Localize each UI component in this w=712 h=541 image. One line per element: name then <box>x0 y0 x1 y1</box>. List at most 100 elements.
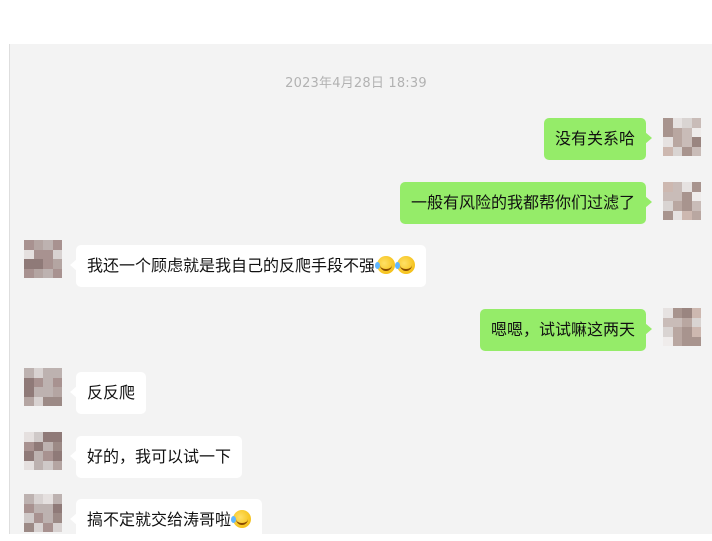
outgoing-message-bubble[interactable]: 嗯嗯，试试嘛这两天 <box>479 309 653 351</box>
avatar-mosaic-pixel <box>682 317 692 327</box>
avatar-mosaic-pixel <box>43 249 53 259</box>
avatar-mosaic-pixel <box>682 146 692 156</box>
avatar-mosaic-pixel <box>682 210 692 220</box>
avatar-mosaic-pixel <box>24 441 34 451</box>
avatar-mosaic-pixel <box>682 182 692 192</box>
avatar-mosaic-pixel <box>43 441 53 451</box>
avatar-mosaic-pixel <box>43 268 53 278</box>
avatar-mosaic-pixel <box>33 451 43 461</box>
avatar-mosaic-pixel <box>43 460 53 470</box>
avatar-mosaic-pixel <box>672 210 682 220</box>
incoming-message-bubble[interactable]: 搞不定就交给涛哥啦 <box>69 499 263 541</box>
avatar-mosaic-pixel <box>52 432 62 442</box>
avatar-mosaic-pixel <box>33 432 43 442</box>
avatar-mosaic-pixel <box>43 513 53 523</box>
avatar-mosaic-pixel <box>52 387 62 397</box>
avatar-mosaic-pixel <box>24 494 34 504</box>
avatar-mosaic-pixel <box>682 118 692 128</box>
avatar-mosaic-pixel <box>43 240 53 250</box>
avatar-mosaic-pixel <box>52 522 62 532</box>
avatar-mosaic-pixel <box>672 127 682 137</box>
self-avatar[interactable] <box>663 308 701 346</box>
contact-avatar[interactable] <box>24 240 62 278</box>
avatar-mosaic-pixel <box>33 387 43 397</box>
avatar-mosaic-pixel <box>33 396 43 406</box>
avatar-mosaic-pixel <box>672 308 682 318</box>
incoming-message-bubble[interactable]: 好的，我可以试一下 <box>69 436 243 478</box>
avatar-mosaic-pixel <box>33 494 43 504</box>
avatar-mosaic-pixel <box>691 127 701 137</box>
avatar-mosaic-pixel <box>663 182 673 192</box>
avatar-mosaic-pixel <box>672 182 682 192</box>
avatar-mosaic-pixel <box>672 327 682 337</box>
avatar-mosaic-pixel <box>43 432 53 442</box>
avatar-mosaic-pixel <box>663 336 673 346</box>
avatar-mosaic-pixel <box>682 336 692 346</box>
avatar-mosaic-pixel <box>33 377 43 387</box>
avatar-mosaic-pixel <box>33 368 43 378</box>
contact-avatar[interactable] <box>24 494 62 532</box>
avatar-mosaic-pixel <box>682 201 692 211</box>
contact-avatar[interactable] <box>24 368 62 406</box>
avatar-mosaic-pixel <box>43 259 53 269</box>
avatar-mosaic-pixel <box>672 201 682 211</box>
message-text: 好的，我可以试一下 <box>87 447 232 466</box>
avatar-mosaic-pixel <box>52 503 62 513</box>
avatar-mosaic-pixel <box>43 377 53 387</box>
avatar-mosaic-pixel <box>691 137 701 147</box>
avatar-mosaic-pixel <box>24 240 34 250</box>
avatar-mosaic-pixel <box>663 210 673 220</box>
avatar-mosaic-pixel <box>682 137 692 147</box>
avatar-mosaic-pixel <box>43 451 53 461</box>
avatar-mosaic-pixel <box>663 146 673 156</box>
avatar-mosaic-pixel <box>52 494 62 504</box>
avatar-mosaic-pixel <box>33 503 43 513</box>
avatar-mosaic-pixel <box>33 513 43 523</box>
laughing-tears-emoji-icon <box>395 256 416 274</box>
avatar-mosaic-pixel <box>24 503 34 513</box>
message-text: 搞不定就交给涛哥啦 <box>87 510 232 529</box>
avatar-mosaic-pixel <box>24 396 34 406</box>
avatar-mosaic-pixel <box>52 513 62 523</box>
avatar-mosaic-pixel <box>24 432 34 442</box>
avatar-mosaic-pixel <box>43 494 53 504</box>
avatar-mosaic-pixel <box>24 460 34 470</box>
self-avatar[interactable] <box>663 182 701 220</box>
chat-window: 2023年4月28日 18:39 没有关系哈 一般有风险的我都帮你们过滤了 我还… <box>0 0 712 541</box>
avatar-mosaic-pixel <box>691 201 701 211</box>
avatar-mosaic-pixel <box>52 377 62 387</box>
message-text: 我还一个顾虑就是我自己的反爬手段不强 <box>87 256 376 275</box>
avatar-mosaic-pixel <box>672 137 682 147</box>
avatar-mosaic-pixel <box>24 377 34 387</box>
avatar-mosaic-pixel <box>24 513 34 523</box>
avatar-mosaic-pixel <box>33 240 43 250</box>
avatar-mosaic-pixel <box>52 451 62 461</box>
avatar-mosaic-pixel <box>672 191 682 201</box>
avatar-mosaic-pixel <box>52 460 62 470</box>
avatar-mosaic-pixel <box>691 336 701 346</box>
incoming-message-bubble[interactable]: 反反爬 <box>69 372 147 414</box>
avatar-mosaic-pixel <box>24 451 34 461</box>
message-timestamp: 2023年4月28日 18:39 <box>285 76 427 91</box>
outgoing-message-bubble[interactable]: 一般有风险的我都帮你们过滤了 <box>399 182 653 224</box>
avatar-mosaic-pixel <box>52 249 62 259</box>
avatar-mosaic-pixel <box>43 522 53 532</box>
incoming-message-bubble[interactable]: 我还一个顾虑就是我自己的反爬手段不强 <box>69 245 427 287</box>
avatar-mosaic-pixel <box>33 249 43 259</box>
self-avatar[interactable] <box>663 118 701 156</box>
avatar-mosaic-pixel <box>663 201 673 211</box>
avatar-mosaic-pixel <box>43 387 53 397</box>
message-text: 没有关系哈 <box>554 129 635 148</box>
avatar-mosaic-pixel <box>682 327 692 337</box>
avatar-mosaic-pixel <box>691 182 701 192</box>
avatar-mosaic-pixel <box>52 441 62 451</box>
avatar-mosaic-pixel <box>43 503 53 513</box>
outgoing-message-bubble[interactable]: 没有关系哈 <box>543 118 653 160</box>
avatar-mosaic-pixel <box>691 146 701 156</box>
avatar-mosaic-pixel <box>52 368 62 378</box>
message-text: 嗯嗯，试试嘛这两天 <box>490 320 635 339</box>
contact-avatar[interactable] <box>24 432 62 470</box>
avatar-mosaic-pixel <box>52 259 62 269</box>
message-text: 一般有风险的我都帮你们过滤了 <box>410 193 635 212</box>
avatar-mosaic-pixel <box>682 127 692 137</box>
